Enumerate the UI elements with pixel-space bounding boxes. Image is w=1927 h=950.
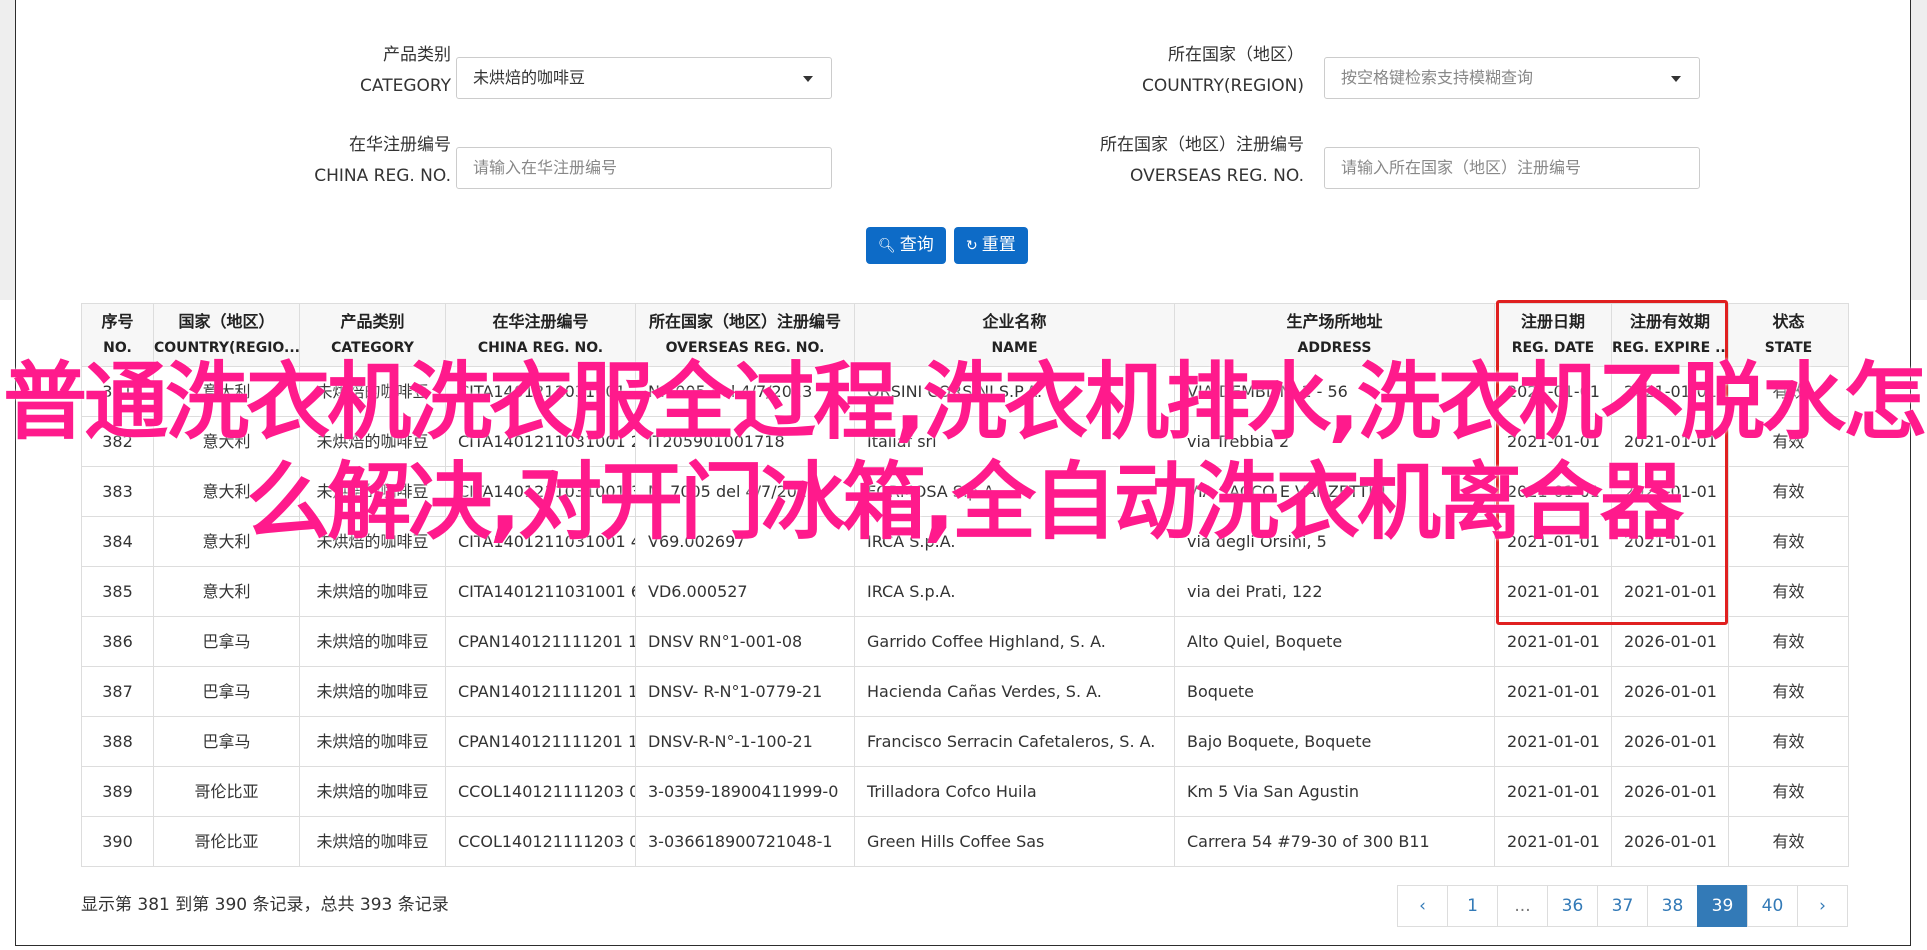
- company-name-cell: Green Hills Coffee Sas: [854, 816, 1175, 867]
- category-label: 产品类别 CATEGORY: [360, 45, 451, 96]
- overseas-reg-cell: 3-036618900721048-1: [635, 816, 855, 867]
- company-name-cell: Francisco Serracin Cafetaleros, S. A.: [854, 716, 1175, 767]
- pagination: ‹ 1... 36 37 38 39 40 ›: [1397, 885, 1848, 927]
- country-cell: 哥伦比亚: [153, 766, 300, 817]
- row-number-cell: 389: [81, 766, 154, 817]
- table-row[interactable]: 389 哥伦比亚 未烘焙的咖啡豆 CCOL140121111203 03 3-0359-…: [81, 766, 1849, 817]
- chevron-down-icon: [803, 76, 813, 82]
- company-name-cell: Trilladora Cofco Huila: [854, 766, 1175, 817]
- column-header-cn: 状态: [1772, 312, 1805, 331]
- country-select[interactable]: 按空格键检索支持模糊查询: [1324, 57, 1700, 99]
- address-cell: via dei Prati, 122: [1174, 566, 1495, 617]
- overseas-reg-input[interactable]: 请输入所在国家（地区）注册编号: [1324, 147, 1700, 189]
- overseas-reg-label: 所在国家（地区）注册编号 OVERSEAS REG. NO.: [1100, 135, 1304, 186]
- chevron-down-icon: [1671, 76, 1681, 82]
- refresh-icon: ↻: [966, 238, 978, 254]
- column-header-cn: 生产场所地址: [1286, 312, 1383, 331]
- column-header-cn: 在华注册编号: [492, 312, 589, 331]
- page-button-36[interactable]: 36: [1547, 885, 1598, 927]
- column-header-cn: 国家（地区）: [178, 312, 275, 331]
- country-cell: 巴拿马: [153, 716, 300, 767]
- china-reg-cell: CITA1401211031001 6: [445, 566, 636, 617]
- china-reg-cell: CCOL140121111203 04: [445, 816, 636, 867]
- reg-date-cell: 2021-01-01: [1494, 816, 1612, 867]
- category-cell: 未烘焙的咖啡豆: [299, 616, 446, 667]
- prev-page-button[interactable]: ‹: [1397, 885, 1448, 927]
- state-cell: 有效: [1728, 566, 1849, 617]
- page-button-40[interactable]: 40: [1747, 885, 1798, 927]
- china-reg-label: 在华注册编号 CHINA REG. NO.: [314, 135, 451, 186]
- window-edge-right: [1911, 0, 1927, 300]
- overseas-reg-cell: DNSV-R-N°-1-100-21: [635, 716, 855, 767]
- reg-date-cell: 2021-01-01: [1494, 666, 1612, 717]
- page-button-39[interactable]: 39: [1697, 885, 1748, 927]
- country-cell: 哥伦比亚: [153, 816, 300, 867]
- overlay-title: 普通洗衣机洗衣服全过程,洗衣机排水,洗衣机不脱水怎么解决,对开门冰箱,全自动洗衣…: [3, 353, 1927, 551]
- china-reg-cell: CPAN140121111201 12: [445, 666, 636, 717]
- expire-date-cell: 2026-01-01: [1611, 816, 1729, 867]
- expire-date-cell: 2026-01-01: [1611, 766, 1729, 817]
- category-cell: 未烘焙的咖啡豆: [299, 566, 446, 617]
- category-cell: 未烘焙的咖啡豆: [299, 716, 446, 767]
- page-ellipsis: ...: [1497, 885, 1548, 927]
- table-row[interactable]: 388 巴拿马 未烘焙的咖啡豆 CPAN140121111201 13 DNSV-R-N…: [81, 716, 1849, 767]
- china-reg-input[interactable]: 请输入在华注册编号: [456, 147, 832, 189]
- china-reg-cell: CCOL140121111203 03: [445, 766, 636, 817]
- table-row[interactable]: 390 哥伦比亚 未烘焙的咖啡豆 CCOL140121111203 04 3-03661…: [81, 816, 1849, 867]
- reg-date-cell: 2021-01-01: [1494, 716, 1612, 767]
- row-number-cell: 390: [81, 816, 154, 867]
- country-cell: 巴拿马: [153, 616, 300, 667]
- row-number-cell: 388: [81, 716, 154, 767]
- state-cell: 有效: [1728, 816, 1849, 867]
- page-button-1[interactable]: 1: [1447, 885, 1498, 927]
- country-cell: 意大利: [153, 566, 300, 617]
- row-number-cell: 385: [81, 566, 154, 617]
- address-cell: Carrera 54 #79-30 of 300 B11: [1174, 816, 1495, 867]
- state-cell: 有效: [1728, 716, 1849, 767]
- state-cell: 有效: [1728, 766, 1849, 817]
- column-header-cn: 企业名称: [982, 312, 1047, 331]
- address-cell: Bajo Boquete, Boquete: [1174, 716, 1495, 767]
- page-button-38[interactable]: 38: [1647, 885, 1698, 927]
- category-cell: 未烘焙的咖啡豆: [299, 766, 446, 817]
- company-name-cell: IRCA S.p.A.: [854, 566, 1175, 617]
- column-header-cn: 所在国家（地区）注册编号: [648, 312, 841, 331]
- row-number-cell: 386: [81, 616, 154, 667]
- category-cell: 未烘焙的咖啡豆: [299, 666, 446, 717]
- record-info: 显示第 381 到第 390 条记录，总共 393 条记录: [81, 895, 449, 915]
- category-cell: 未烘焙的咖啡豆: [299, 816, 446, 867]
- next-page-button[interactable]: ›: [1797, 885, 1848, 927]
- reset-button[interactable]: ↻ 重置: [954, 227, 1028, 264]
- table-row[interactable]: 387 巴拿马 未烘焙的咖啡豆 CPAN140121111201 12 DNSV- R-…: [81, 666, 1849, 717]
- state-cell: 有效: [1728, 666, 1849, 717]
- china-reg-cell: CPAN140121111201 13: [445, 716, 636, 767]
- reg-date-cell: 2021-01-01: [1494, 766, 1612, 817]
- page-button-37[interactable]: 37: [1597, 885, 1648, 927]
- country-cell: 巴拿马: [153, 666, 300, 717]
- window-edge-left: [0, 0, 15, 300]
- row-number-cell: 387: [81, 666, 154, 717]
- expire-date-cell: 2026-01-01: [1611, 666, 1729, 717]
- column-header-cn: 序号: [101, 312, 134, 331]
- company-name-cell: Garrido Coffee Highland, S. A.: [854, 616, 1175, 667]
- address-cell: Alto Quiel, Boquete: [1174, 616, 1495, 667]
- search-icon: 🔍︎: [878, 238, 896, 254]
- overseas-reg-cell: 3-0359-18900411999-0: [635, 766, 855, 817]
- column-header-cn: 产品类别: [340, 312, 405, 331]
- china-reg-cell: CPAN140121111201 11: [445, 616, 636, 667]
- address-cell: Km 5 Via San Agustin: [1174, 766, 1495, 817]
- country-label: 所在国家（地区） COUNTRY(REGION): [1141, 45, 1304, 96]
- overseas-reg-cell: DNSV- R-N°1-0779-21: [635, 666, 855, 717]
- expire-date-cell: 2026-01-01: [1611, 716, 1729, 767]
- state-cell: 有效: [1728, 616, 1849, 667]
- company-name-cell: Hacienda Cañas Verdes, S. A.: [854, 666, 1175, 717]
- category-select[interactable]: 未烘焙的咖啡豆: [456, 57, 832, 99]
- overseas-reg-cell: VD6.000527: [635, 566, 855, 617]
- address-cell: Boquete: [1174, 666, 1495, 717]
- overseas-reg-cell: DNSV RN°1-001-08: [635, 616, 855, 667]
- query-button[interactable]: 🔍︎ 查询: [866, 227, 946, 264]
